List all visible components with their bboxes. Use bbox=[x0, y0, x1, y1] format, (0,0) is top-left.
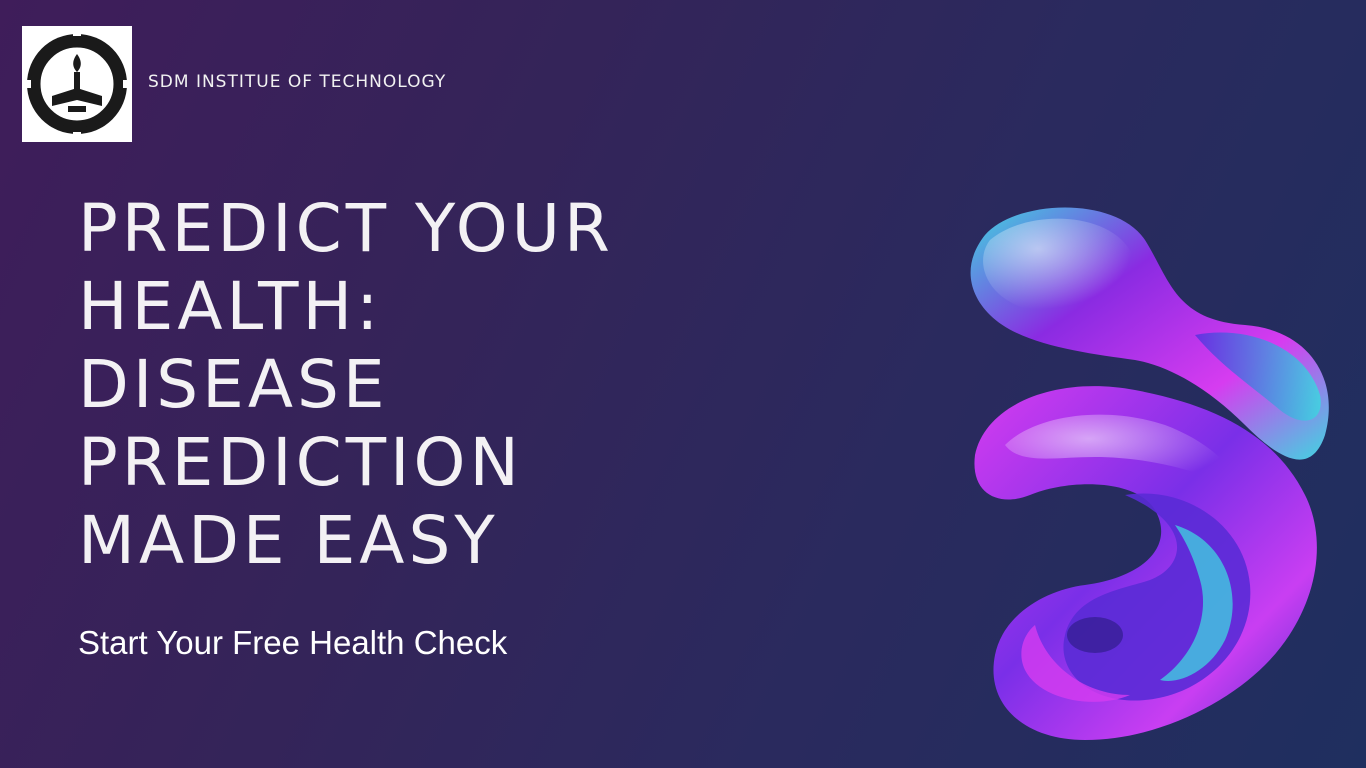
page-title: PREDICT YOUR HEALTH: DISEASE PREDICTION … bbox=[78, 190, 838, 580]
institute-logo bbox=[22, 26, 132, 142]
institute-seal-icon bbox=[22, 26, 132, 142]
headline-line: DISEASE bbox=[78, 346, 389, 423]
headline-line: PREDICT YOUR bbox=[78, 190, 614, 267]
abstract-3d-blob-icon bbox=[970, 207, 1329, 740]
headline-line: HEALTH: bbox=[78, 268, 383, 345]
abstract-shape bbox=[945, 195, 1345, 755]
headline-line: PREDICTION bbox=[78, 424, 523, 501]
headline-line: MADE EASY bbox=[78, 502, 499, 579]
start-health-check-link[interactable]: Start Your Free Health Check bbox=[78, 624, 507, 662]
org-name: SDM INSTITUE OF TECHNOLOGY bbox=[148, 72, 447, 92]
